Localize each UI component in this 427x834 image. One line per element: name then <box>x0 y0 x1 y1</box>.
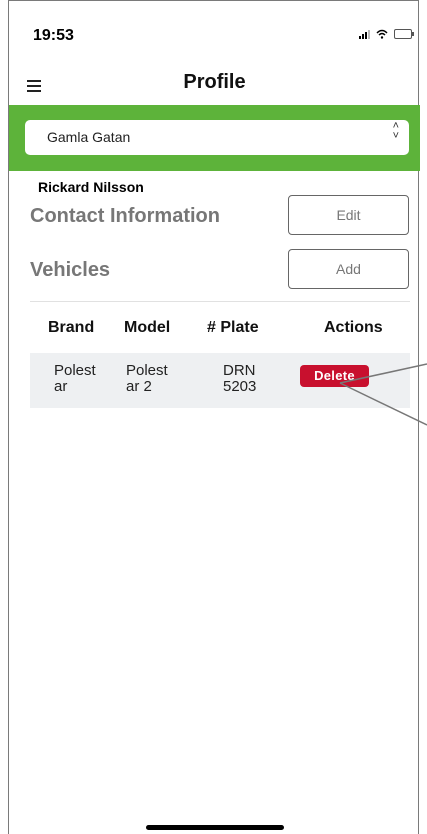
add-vehicle-button[interactable]: Add <box>288 249 409 289</box>
status-bar: 19:53 <box>9 1 420 61</box>
home-indicator <box>146 825 284 830</box>
column-header-model: Model <box>124 319 171 336</box>
divider <box>30 301 410 302</box>
table-row: Polest ar Polest ar 2 DRN 5203 Delete <box>30 353 410 408</box>
page-title: Profile <box>183 71 246 93</box>
cell-model: Polest ar 2 <box>126 362 168 395</box>
delete-vehicle-button[interactable]: Delete <box>300 365 369 387</box>
status-icons <box>359 29 414 39</box>
location-bar: Gamla Gatan ˄ ˅ <box>9 105 420 171</box>
app-header: Profile <box>9 63 420 105</box>
edit-contact-button[interactable]: Edit <box>288 195 409 235</box>
chevron-up-down-icon: ˄ ˅ <box>392 120 399 142</box>
cell-brand: Polest ar <box>54 362 96 395</box>
user-name: Rickard Nilsson <box>38 179 144 195</box>
location-select[interactable]: Gamla Gatan ˄ ˅ <box>25 120 409 155</box>
signal-icon <box>359 29 370 39</box>
column-header-actions: Actions <box>324 319 383 336</box>
vehicles-heading: Vehicles <box>30 259 111 281</box>
battery-icon <box>394 29 414 39</box>
column-header-brand: Brand <box>48 319 95 336</box>
phone-frame: 19:53 Profile Gamla Gatan ˄ ˅ Rickard Nil… <box>8 0 420 834</box>
wifi-icon <box>376 29 388 39</box>
status-time: 19:53 <box>33 27 74 44</box>
contact-information-heading: Contact Information <box>30 205 220 227</box>
column-header-plate: # Plate <box>207 319 259 336</box>
cell-plate: DRN 5203 <box>223 362 257 395</box>
location-select-value: Gamla Gatan <box>47 129 131 145</box>
